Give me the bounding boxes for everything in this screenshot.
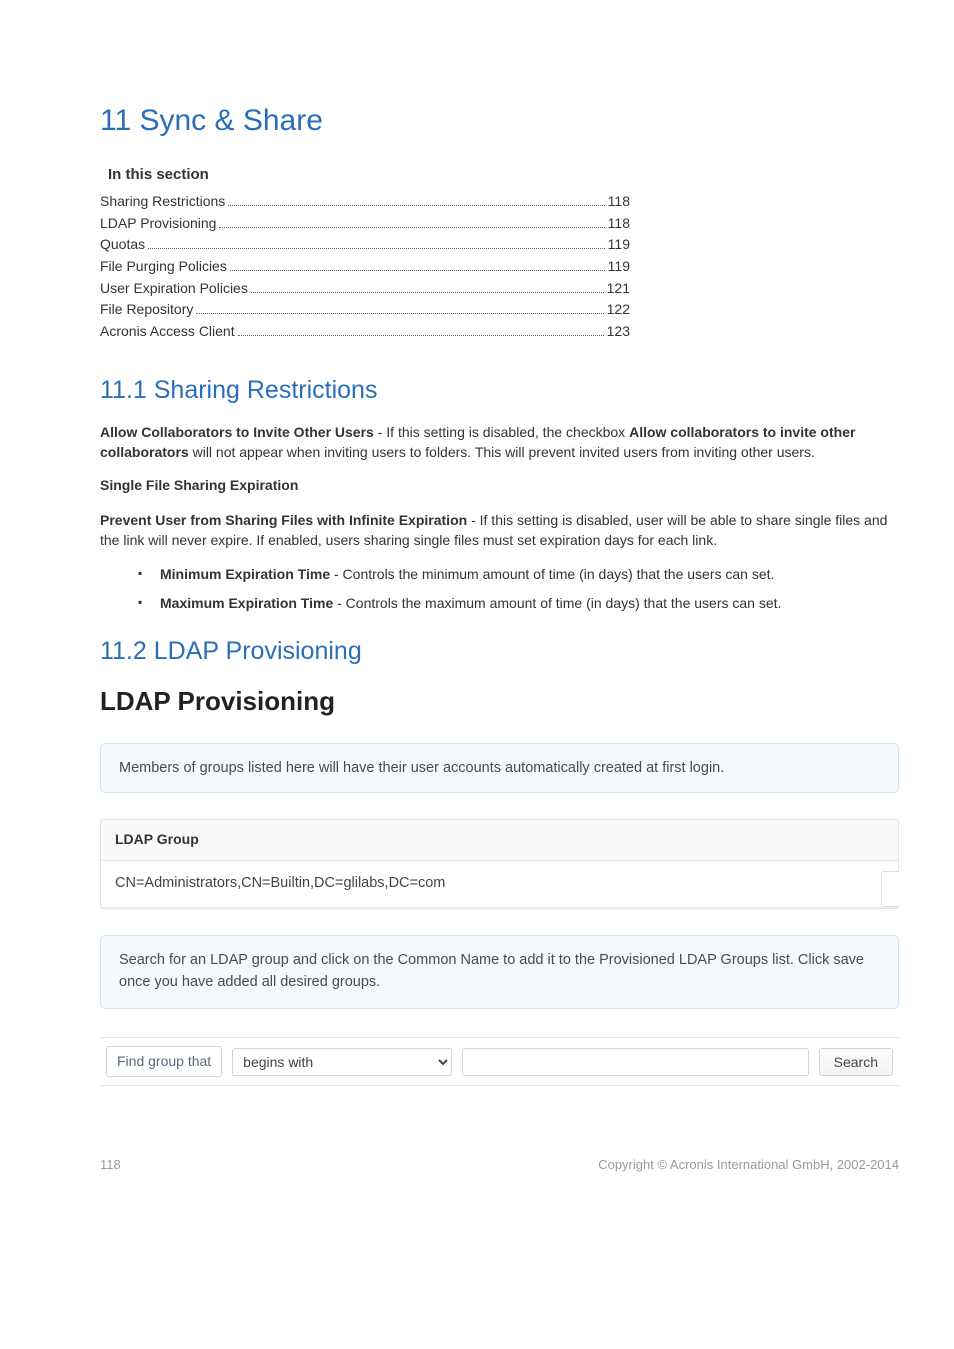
toc-leader-dots: [148, 248, 605, 249]
table-header-ldap-group: LDAP Group: [101, 820, 898, 861]
copyright: Copyright © Acronis International GmbH, …: [598, 1156, 899, 1174]
term-prevent-infinite-expiration: Prevent User from Sharing Files with Inf…: [100, 512, 467, 528]
toc-item[interactable]: LDAP Provisioning 118: [100, 213, 630, 235]
toc-leader-dots: [228, 205, 604, 206]
paragraph: Prevent User from Sharing Files with Inf…: [100, 510, 899, 551]
toc-leader-dots: [230, 270, 605, 271]
toc-label: File Purging Policies: [100, 256, 227, 278]
paragraph: Allow Collaborators to Invite Other User…: [100, 422, 899, 463]
search-button[interactable]: Search: [819, 1048, 893, 1076]
toc-item[interactable]: Quotas 119: [100, 234, 630, 256]
toc-page: 119: [608, 234, 630, 256]
bullet-item: Minimum Expiration Time - Controls the m…: [138, 565, 899, 585]
toc-page: 123: [607, 321, 630, 343]
toc-page: 119: [608, 256, 630, 278]
toc-leader-dots: [219, 227, 604, 228]
toc-label: User Expiration Policies: [100, 278, 248, 300]
page-number: 118: [100, 1156, 121, 1174]
toc-leader-dots: [251, 292, 604, 293]
subheading-single-file-sharing: Single File Sharing Expiration: [100, 476, 899, 496]
bullet-text: - Controls the maximum amount of time (i…: [333, 595, 781, 611]
toc-page: 118: [608, 191, 630, 213]
chapter-title: 11 Sync & Share: [100, 100, 899, 142]
page-footer: 118 Copyright © Acronis International Gm…: [100, 1156, 899, 1174]
toc-item[interactable]: File Repository 122: [100, 299, 630, 321]
table-row: CN=Administrators,CN=Builtin,DC=glilabs,…: [101, 861, 898, 908]
search-row: Find group that begins with Search: [100, 1037, 899, 1087]
toc-page: 118: [608, 213, 630, 235]
toc-label: Quotas: [100, 234, 145, 256]
toc-heading: In this section: [108, 164, 899, 185]
toc-item[interactable]: Acronis Access Client 123: [100, 321, 630, 343]
toc-leader-dots: [238, 335, 604, 336]
section-sharing-restrictions[interactable]: 11.1 Sharing Restrictions: [100, 373, 899, 408]
bullet-term: Minimum Expiration Time: [160, 566, 330, 582]
search-input[interactable]: [462, 1048, 808, 1076]
toc-item[interactable]: File Purging Policies 119: [100, 256, 630, 278]
bullet-term: Maximum Expiration Time: [160, 595, 333, 611]
ldap-group-table: LDAP Group CN=Administrators,CN=Builtin,…: [100, 819, 899, 909]
toc-item[interactable]: User Expiration Policies 121: [100, 278, 630, 300]
text: will not appear when inviting users to f…: [189, 444, 815, 460]
section-ldap-provisioning[interactable]: 11.2 LDAP Provisioning: [100, 634, 899, 669]
toc-label: File Repository: [100, 299, 193, 321]
ui-title-ldap-provisioning: LDAP Provisioning: [100, 683, 899, 719]
term-allow-collaborators: Allow Collaborators to Invite Other User…: [100, 424, 374, 440]
toc-label: Acronis Access Client: [100, 321, 235, 343]
search-condition-select[interactable]: begins with: [232, 1048, 452, 1076]
row-action-placeholder[interactable]: [881, 871, 899, 907]
toc: Sharing Restrictions 118LDAP Provisionin…: [100, 191, 630, 343]
text: - If this setting is disabled, the check…: [374, 424, 629, 440]
toc-page: 122: [607, 299, 630, 321]
toc-page: 121: [607, 278, 630, 300]
toc-label: Sharing Restrictions: [100, 191, 225, 213]
toc-label: LDAP Provisioning: [100, 213, 216, 235]
search-hint-banner: Search for an LDAP group and click on th…: [100, 935, 899, 1009]
toc-leader-dots: [196, 313, 603, 314]
info-banner: Members of groups listed here will have …: [100, 743, 899, 793]
bullet-list: Minimum Expiration Time - Controls the m…: [138, 565, 899, 614]
toc-item[interactable]: Sharing Restrictions 118: [100, 191, 630, 213]
search-label: Find group that: [106, 1046, 222, 1078]
bullet-text: - Controls the minimum amount of time (i…: [330, 566, 774, 582]
bullet-item: Maximum Expiration Time - Controls the m…: [138, 594, 899, 614]
